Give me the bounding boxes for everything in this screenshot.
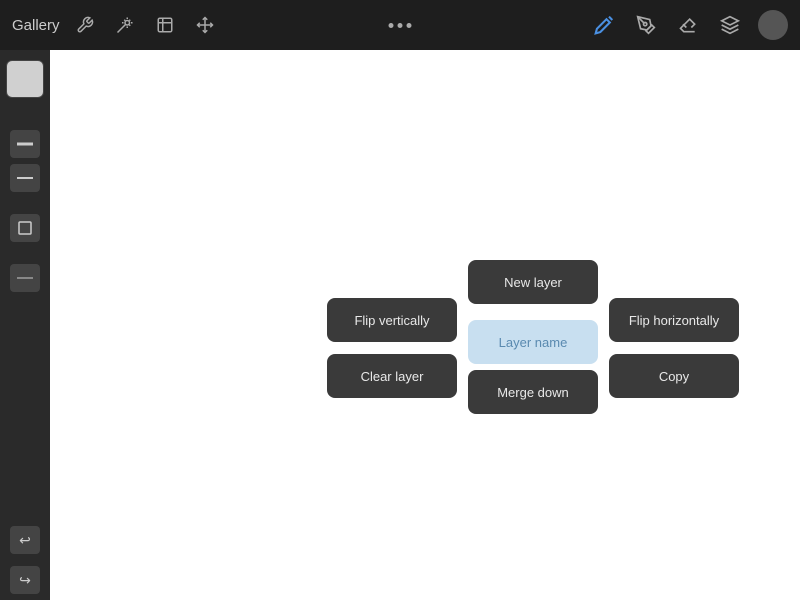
eraser-tool-icon[interactable] [674,11,702,39]
copy-button[interactable]: Copy [609,354,739,398]
smudge-tool-icon[interactable] [632,11,660,39]
undo-icon: ↩ [19,532,31,549]
rename-layer-label: Layer name [499,335,568,350]
undo-button[interactable]: ↩ [10,526,40,554]
topbar-right [590,10,788,40]
gallery-label: Gallery [12,17,60,34]
clear-layer-button[interactable]: Clear layer [327,354,457,398]
topbar-center-dots[interactable] [389,23,412,28]
color-swatch[interactable] [6,60,44,98]
transform-icon[interactable] [190,10,220,40]
redo-icon: ↪ [19,572,31,589]
redo-button[interactable]: ↪ [10,566,40,594]
new-layer-label: New layer [504,275,562,290]
main-area: ↩ ↪ New layer Flip vertically Flip horiz… [0,50,800,600]
canvas-area[interactable]: New layer Flip vertically Flip horizonta… [50,50,800,600]
merge-down-label: Merge down [497,385,569,400]
flip-horizontally-label: Flip horizontally [629,313,719,328]
flip-vertically-button[interactable]: Flip vertically [327,298,457,342]
flip-horizontally-button[interactable]: Flip horizontally [609,298,739,342]
left-sidebar: ↩ ↪ [0,50,50,600]
topbar: Gallery [0,0,800,50]
user-avatar[interactable] [758,10,788,40]
copy-label: Copy [659,369,689,384]
selection-icon[interactable] [150,10,180,40]
brush-size-btn[interactable] [10,130,40,158]
new-layer-button[interactable]: New layer [468,260,598,304]
slider-btn[interactable] [10,264,40,292]
rename-layer-button[interactable]: Layer name [468,320,598,364]
clear-layer-label: Clear layer [361,369,424,384]
merge-down-button[interactable]: Merge down [468,370,598,414]
gallery-button[interactable]: Gallery [12,17,60,34]
flip-vertically-label: Flip vertically [354,313,429,328]
magic-icon[interactable] [110,10,140,40]
topbar-left: Gallery [12,10,220,40]
layers-icon[interactable] [716,11,744,39]
square-tool-btn[interactable] [10,214,40,242]
opacity-btn[interactable] [10,164,40,192]
wrench-icon[interactable] [70,10,100,40]
pencil-tool-icon[interactable] [590,11,618,39]
